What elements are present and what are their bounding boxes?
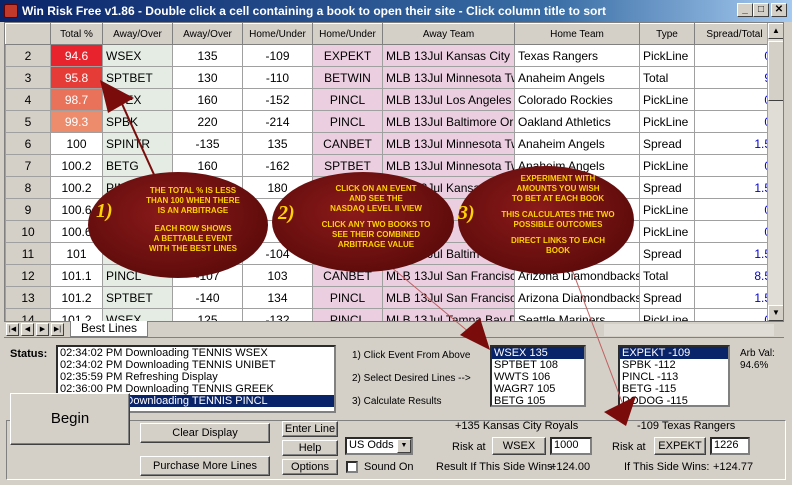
arrow-to-book-links	[569, 263, 626, 411]
annotation-number-3: 3)	[458, 202, 475, 224]
annotation-bubble-3: 3) EXPERIMENT WITH AMOUNTS YOU WISH TO B…	[458, 166, 634, 274]
annotation-text-1: THE TOTAL % IS LESS THAN 100 WHEN THERE …	[146, 186, 240, 253]
annotation-text-2: CLICK ON AN EVENT AND SEE THE NASDAQ LEV…	[321, 184, 431, 249]
annotation-text-3: EXPERIMENT WITH AMOUNTS YOU WISH TO BET …	[501, 174, 615, 255]
annotation-bubble-2: 2) CLICK ON AN EVENT AND SEE THE NASDAQ …	[272, 172, 454, 272]
annotation-number-2: 2)	[278, 202, 295, 224]
arrowhead-icon	[100, 80, 134, 113]
arrow-to-away-list	[384, 261, 477, 339]
annotation-bubble-1: 1) THE TOTAL % IS LESS THAN 100 WHEN THE…	[88, 172, 268, 278]
annotation-number-1: 1)	[96, 200, 113, 222]
arrowhead-icon	[604, 396, 636, 426]
arrowhead-icon	[460, 318, 490, 350]
